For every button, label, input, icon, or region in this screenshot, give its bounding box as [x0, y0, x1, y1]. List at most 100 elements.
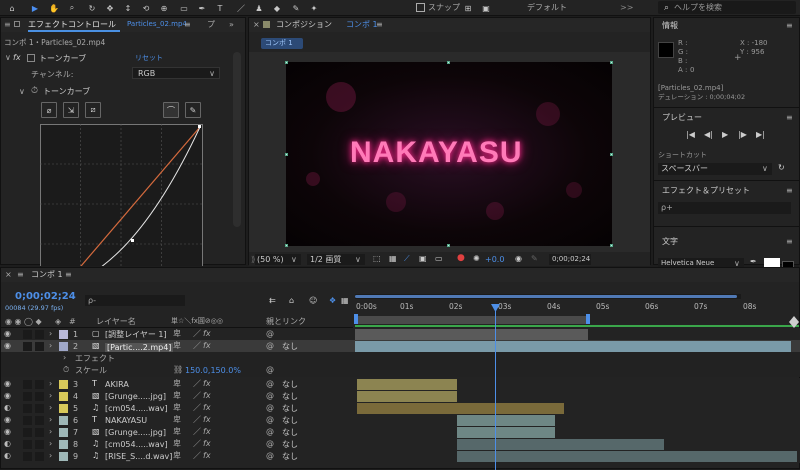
shy-switch-icon[interactable]: 卑 [173, 440, 181, 448]
panel-menu-icon[interactable]: ≡ [376, 21, 383, 29]
timecode-field[interactable]: 0;00;02;24 [549, 254, 591, 265]
layer-duration-bar[interactable] [357, 391, 457, 402]
quality-switch-icon[interactable]: ／ [193, 440, 201, 448]
mask-visibility-icon[interactable]: ⟋ [404, 255, 410, 263]
layer-duration-bar[interactable] [355, 329, 588, 340]
bezier-mode-icon[interactable]: ⌒ [163, 102, 179, 118]
curve-collapse-arrow-icon[interactable]: ∨ [19, 88, 25, 96]
first-frame-icon[interactable]: |◀ [686, 131, 695, 139]
expand-arrow-icon[interactable]: › [49, 416, 52, 424]
transform-handle[interactable] [610, 153, 613, 156]
visibility-eye-icon[interactable]: ◉ [4, 416, 11, 424]
label-color-swatch[interactable] [59, 342, 68, 351]
layer-name[interactable]: [調整レイヤー 1] [105, 331, 167, 339]
color-management-icon[interactable]: ✺ [473, 255, 480, 263]
anchor-tool-icon[interactable]: ⊕ [158, 1, 170, 15]
work-area-bar[interactable] [355, 294, 741, 299]
region-of-interest-icon[interactable]: ⬚ [373, 255, 381, 263]
transform-handle[interactable] [610, 61, 613, 64]
parent-value[interactable]: なし [282, 441, 298, 449]
puppet-tool-icon[interactable]: ✦ [308, 1, 320, 15]
show-snapshot-icon[interactable]: ✎ [531, 255, 538, 263]
pen-tool-icon[interactable]: ✒ [196, 1, 208, 15]
expand-arrow-icon[interactable]: › [49, 392, 52, 400]
solo-switch[interactable] [23, 392, 32, 401]
expand-arrow-icon[interactable]: › [49, 452, 52, 460]
orbit-tool-icon[interactable]: ↻ [86, 1, 98, 15]
shy-switch-icon[interactable]: 卑 [173, 392, 181, 400]
layer-name[interactable]: [Grunge.....jpg] [105, 429, 166, 437]
expand-arrow-icon[interactable]: › [49, 342, 52, 350]
panel-menu-icon[interactable]: ≡ [786, 238, 793, 246]
layer-duration-bar[interactable] [457, 415, 555, 426]
fx-switch-icon[interactable]: fx [203, 428, 211, 436]
quality-switch-icon[interactable]: ／ [193, 404, 201, 412]
expand-arrow-icon[interactable]: › [49, 440, 52, 448]
timeline-tab[interactable]: コンポ 1 [31, 271, 63, 279]
work-area-span[interactable] [355, 316, 588, 324]
transform-handle[interactable] [285, 244, 288, 247]
solo-switch[interactable] [23, 452, 32, 461]
expand-arrow-icon[interactable]: › [49, 330, 52, 338]
pan-tool-icon[interactable]: ✥ [104, 1, 116, 15]
label-color-swatch[interactable] [59, 428, 68, 437]
resolution-dropdown[interactable]: 1/2 画質 ∨ [307, 254, 365, 265]
layer-duration-bar[interactable] [357, 379, 457, 390]
panel-menu-icon[interactable]: ≡ [17, 271, 24, 279]
effect-enable-checkbox[interactable] [27, 54, 35, 62]
pickwhip-icon[interactable]: @ [266, 380, 274, 388]
layer-duration-bar[interactable] [457, 427, 555, 438]
loop-icon[interactable]: ↻ [778, 164, 785, 172]
label-color-swatch[interactable] [59, 330, 68, 339]
visibility-eye-icon[interactable]: ◉ [4, 342, 11, 350]
panel-menu-icon[interactable]: ≡ [786, 187, 793, 195]
quality-switch-icon[interactable]: ／ [193, 452, 201, 460]
help-search-field[interactable]: ⌕ ヘルプを検索 [658, 1, 796, 14]
shy-switch-icon[interactable]: 卑 [173, 380, 181, 388]
expand-arrow-icon[interactable]: › [49, 404, 52, 412]
work-area-end-handle[interactable] [586, 314, 590, 324]
fx-icon[interactable]: fx [13, 54, 21, 62]
transform-handle[interactable] [285, 153, 288, 156]
solo-switch[interactable] [23, 428, 32, 437]
channel-dropdown[interactable]: RGB ∨ [132, 67, 220, 79]
lock-switch[interactable] [35, 404, 44, 413]
pickwhip-icon[interactable]: @ [266, 428, 274, 436]
fx-switch-icon[interactable]: fx [203, 404, 211, 412]
brush-tool-icon[interactable]: ／ [235, 1, 247, 15]
quality-switch-icon[interactable]: ／ [193, 392, 201, 400]
next-frame-icon[interactable]: |▶ [738, 131, 747, 139]
motion-blur-icon[interactable]: ❖ [329, 297, 336, 305]
last-frame-icon[interactable]: ▶| [756, 131, 765, 139]
solo-switch[interactable] [23, 342, 32, 351]
scale-value[interactable]: 150.0,150.0% [185, 367, 241, 375]
layer-name[interactable]: [Grunge.....jpg] [105, 393, 166, 401]
project-tab[interactable]: プ [207, 21, 215, 29]
zoom-dropdown[interactable]: (50 %) ∨ [255, 254, 301, 265]
snapshot-icon[interactable]: ◉ [515, 255, 522, 263]
eyedropper-icon[interactable]: ✒ [750, 258, 757, 266]
solo-switch[interactable] [23, 330, 32, 339]
scrollbar[interactable] [233, 52, 241, 227]
quality-switch-icon[interactable]: ／ [193, 416, 201, 424]
expand-arrow-icon[interactable]: › [63, 354, 66, 362]
shy-switch-icon[interactable]: 卑 [173, 342, 181, 350]
pencil-mode-icon[interactable]: ✎ [185, 102, 201, 118]
layer-name-header[interactable]: レイヤー名 [96, 318, 136, 326]
panel-menu-icon[interactable]: ≡ [786, 22, 793, 30]
solo-switch[interactable] [23, 416, 32, 425]
pickwhip-icon[interactable]: @ [266, 416, 274, 424]
comp-nav-button[interactable]: コンポ 1 [261, 38, 303, 49]
label-color-swatch[interactable] [59, 452, 68, 461]
roto-brush-icon[interactable]: ✎ [290, 1, 302, 15]
grid-guides-icon[interactable]: ▣ [419, 255, 427, 263]
shy-switch-icon[interactable]: 卑 [173, 330, 181, 338]
quality-switch-icon[interactable]: ／ [193, 342, 201, 350]
reset-curve-icon[interactable]: ⧄ [85, 102, 101, 118]
panel-menu-icon[interactable]: ≡ [65, 271, 72, 279]
home-icon[interactable]: ⌂ [6, 2, 18, 14]
visibility-eye-icon[interactable]: ◐ [4, 404, 11, 412]
playhead-line[interactable] [495, 304, 496, 470]
parent-value[interactable]: なし [282, 453, 298, 461]
fx-switch-icon[interactable]: fx [203, 330, 211, 338]
